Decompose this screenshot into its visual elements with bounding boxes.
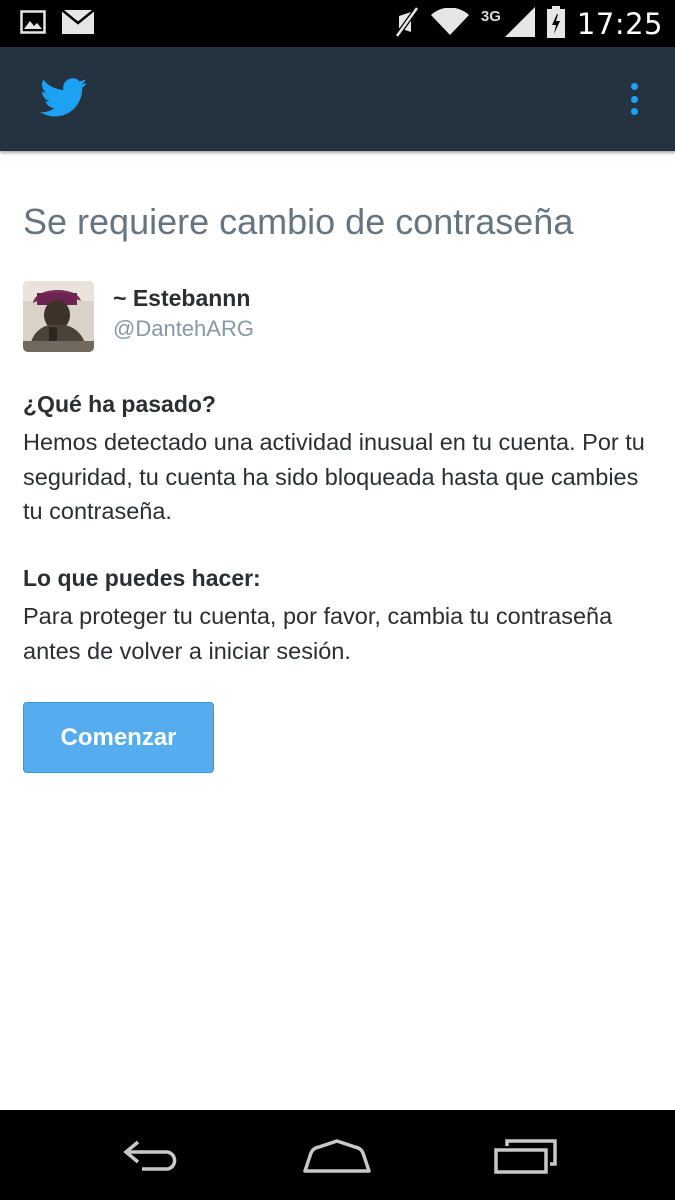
back-icon[interactable] — [113, 1134, 189, 1178]
avatar — [23, 281, 94, 352]
what-you-can-do-heading: Lo que puedes hacer: — [23, 565, 261, 591]
user-display-name: ~ Estebannn — [113, 285, 251, 311]
overflow-menu-icon[interactable] — [620, 79, 648, 119]
home-icon[interactable] — [299, 1134, 375, 1178]
battery-icon — [546, 5, 565, 43]
navigation-bar — [0, 1110, 675, 1200]
wifi-icon — [430, 7, 469, 41]
overflow-dot — [630, 108, 638, 115]
user-handle: @DantehARG — [113, 316, 254, 341]
network-type: 3G — [480, 7, 501, 25]
overflow-dot — [630, 95, 638, 103]
status-bar: 3G 17:25 — [0, 0, 675, 47]
clock: 17:25 — [576, 7, 663, 41]
page-title: Se requiere cambio de contraseña — [23, 201, 574, 242]
recent-apps-icon[interactable] — [488, 1134, 564, 1178]
notification-icons — [20, 9, 95, 39]
overflow-dot — [630, 83, 638, 90]
user-card: ~ Estebannn @DantehARG — [23, 281, 653, 353]
start-button[interactable]: Comenzar — [23, 702, 214, 773]
mail-notification-icon — [61, 9, 95, 39]
image-notification-icon — [20, 10, 46, 39]
system-status: 3G 17:25 — [394, 5, 663, 43]
muted-icon — [394, 6, 419, 43]
what-happened-heading: ¿Qué ha pasado? — [23, 391, 216, 417]
app-bar — [0, 47, 675, 151]
what-you-can-do-body: Para proteger tu cuenta, por favor, camb… — [23, 603, 613, 664]
signal-icon — [504, 6, 535, 42]
what-happened-body: Hemos detectado una actividad inusual en… — [23, 429, 645, 524]
twitter-bird-icon — [40, 78, 88, 118]
